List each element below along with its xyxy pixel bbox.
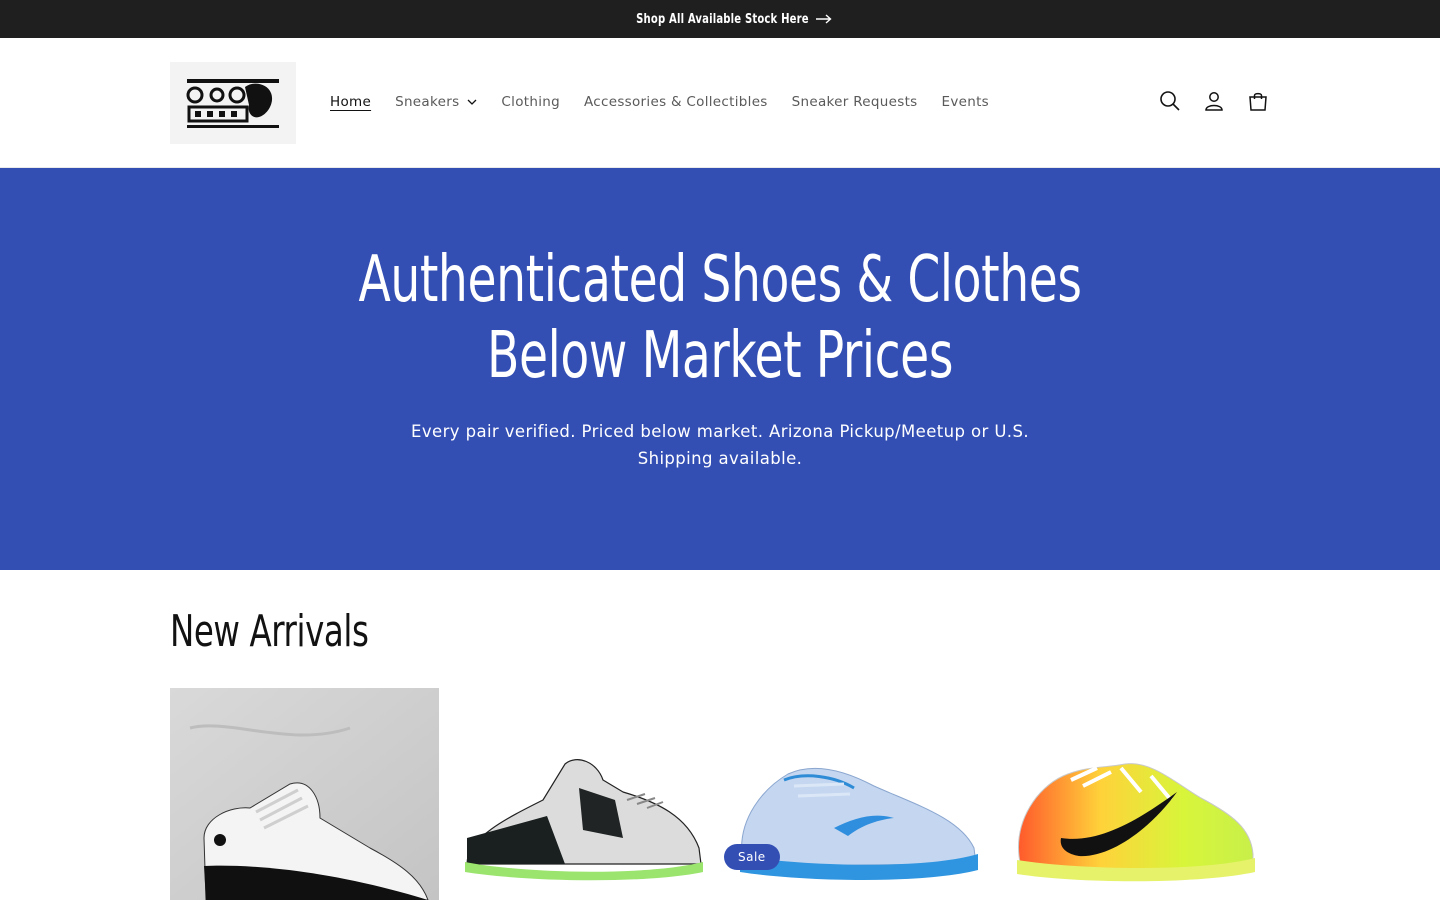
search-icon bbox=[1160, 91, 1180, 111]
hero-subtitle: Every pair verified. Priced below market… bbox=[411, 422, 1029, 468]
product-card[interactable] bbox=[1001, 688, 1270, 900]
nav-events[interactable]: Events bbox=[930, 94, 1002, 110]
chevron-down-icon bbox=[467, 99, 477, 105]
product-image-sneaker-grey-green-strap bbox=[447, 688, 716, 900]
nav-accessories-label: Accessories & Collectibles bbox=[583, 94, 768, 110]
product-image-sneaker-rainbow-volt bbox=[1001, 688, 1270, 900]
announcement-text: Shop All Available Stock Here bbox=[635, 11, 809, 27]
nav-sneaker-requests[interactable]: Sneaker Requests bbox=[780, 94, 930, 110]
product-card[interactable] bbox=[447, 688, 716, 900]
nav-clothing-label: Clothing bbox=[501, 94, 560, 110]
main-nav: Home Sneakers Clothing Accessories & Col… bbox=[318, 90, 1001, 114]
nav-sneaker-requests-label: Sneaker Requests bbox=[791, 94, 918, 110]
cart-button[interactable] bbox=[1246, 88, 1270, 114]
store-logo-image bbox=[186, 79, 279, 128]
account-icon bbox=[1205, 92, 1223, 111]
nav-events-label: Events bbox=[941, 94, 990, 110]
announcement-bar: Shop All Available Stock Here bbox=[0, 0, 1440, 38]
nav-home[interactable]: Home bbox=[318, 94, 383, 110]
hero-banner: Authenticated Shoes & Clothes Below Mark… bbox=[0, 168, 1440, 570]
account-button[interactable] bbox=[1202, 88, 1226, 114]
nav-home-label: Home bbox=[330, 94, 372, 110]
sale-badge: Sale bbox=[724, 844, 780, 870]
hero-title: Authenticated Shoes & Clothes Below Mark… bbox=[0, 242, 1440, 394]
arrow-right-icon bbox=[816, 14, 832, 24]
hero-title-line2: Below Market Prices bbox=[486, 319, 954, 393]
announcement-link[interactable]: Shop All Available Stock Here bbox=[608, 12, 833, 27]
store-logo[interactable] bbox=[170, 62, 296, 144]
hero-title-line1: Authenticated Shoes & Clothes bbox=[358, 243, 1082, 317]
cart-icon bbox=[1249, 92, 1267, 111]
header-icons bbox=[1158, 88, 1270, 114]
nav-sneakers-label: Sneakers bbox=[395, 94, 460, 110]
product-card[interactable]: Sale bbox=[724, 688, 993, 900]
product-card[interactable] bbox=[170, 688, 439, 900]
search-button[interactable] bbox=[1158, 88, 1182, 114]
nav-sneakers[interactable]: Sneakers bbox=[383, 94, 489, 110]
nav-clothing[interactable]: Clothing bbox=[489, 94, 572, 110]
product-grid: Sale bbox=[170, 688, 1270, 900]
site-header: Home Sneakers Clothing Accessories & Col… bbox=[0, 38, 1440, 168]
nav-accessories[interactable]: Accessories & Collectibles bbox=[572, 94, 780, 110]
product-image-sneaker-concord-high bbox=[170, 688, 439, 900]
new-arrivals-title: New Arrivals bbox=[170, 606, 369, 657]
